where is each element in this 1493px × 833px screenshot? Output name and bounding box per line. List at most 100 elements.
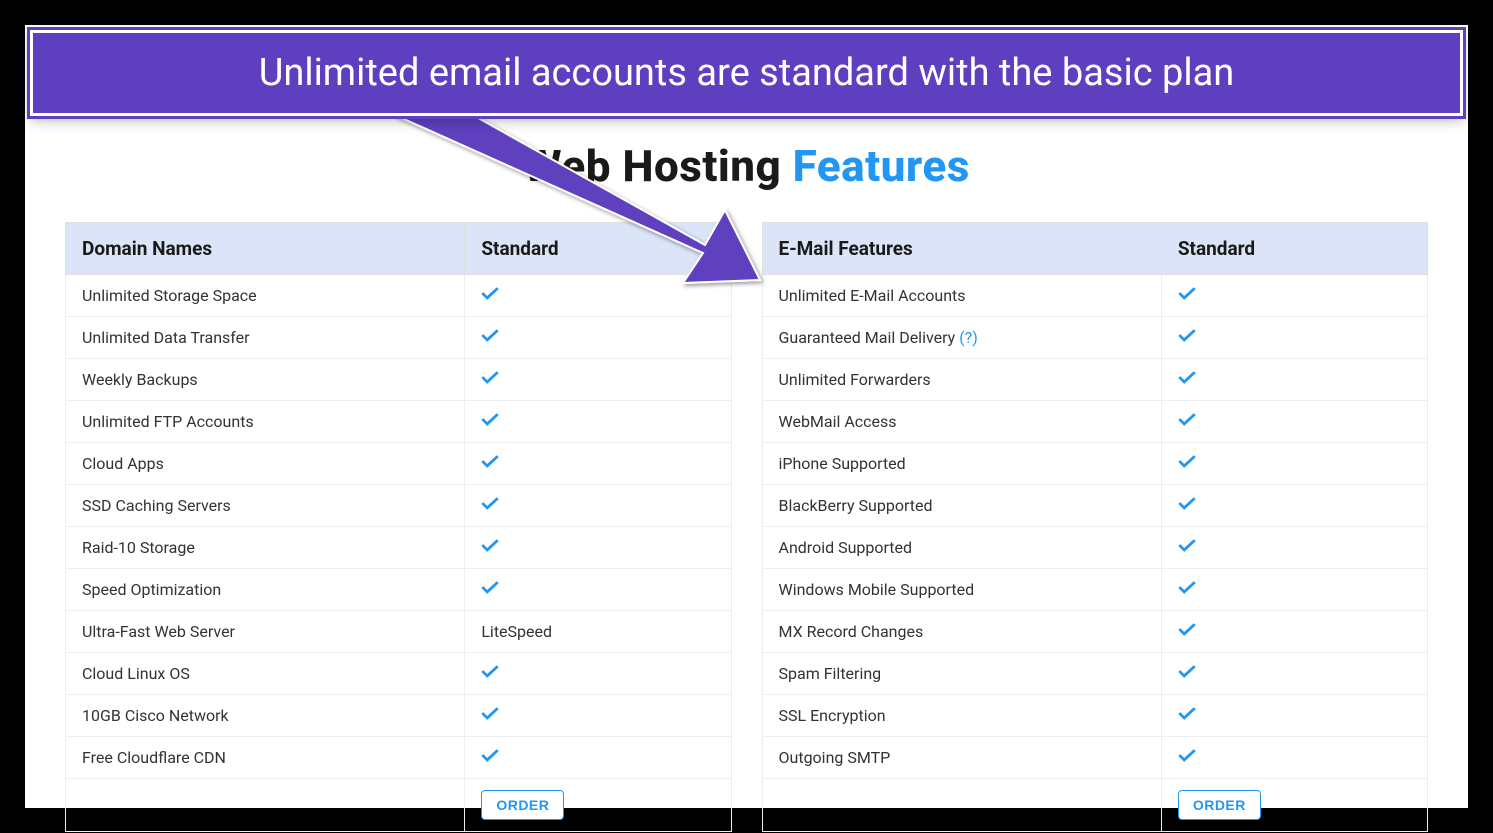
table-row: BlackBerry Supported	[762, 485, 1428, 527]
feature-value	[465, 401, 731, 443]
header-feature-right: E-Mail Features	[762, 223, 1161, 275]
check-icon	[1178, 328, 1196, 342]
table-row: Speed Optimization	[66, 569, 732, 611]
tables-wrap: Domain Names Standard Unlimited Storage …	[55, 222, 1438, 832]
check-icon	[1178, 286, 1196, 300]
footer-order-cell: ORDER	[1161, 779, 1427, 832]
feature-label: Ultra-Fast Web Server	[66, 611, 465, 653]
table-footer-row: ORDER	[66, 779, 732, 832]
table-row: Weekly Backups	[66, 359, 732, 401]
check-icon	[1178, 412, 1196, 426]
callout-banner: Unlimited email accounts are standard wi…	[30, 30, 1463, 116]
check-icon	[1178, 748, 1196, 762]
feature-value	[1161, 611, 1427, 653]
title-part1: Web Hosting	[523, 140, 793, 192]
feature-label: Windows Mobile Supported	[762, 569, 1161, 611]
feature-label: Guaranteed Mail Delivery (?)	[762, 317, 1161, 359]
check-icon	[1178, 454, 1196, 468]
feature-label: MX Record Changes	[762, 611, 1161, 653]
check-icon	[481, 538, 499, 552]
table-row: MX Record Changes	[762, 611, 1428, 653]
check-icon	[1178, 538, 1196, 552]
table-row: Android Supported	[762, 527, 1428, 569]
table-row: Spam Filtering	[762, 653, 1428, 695]
feature-label: BlackBerry Supported	[762, 485, 1161, 527]
table-row: Ultra-Fast Web ServerLiteSpeed	[66, 611, 732, 653]
table-row: 10GB Cisco Network	[66, 695, 732, 737]
table-row: Unlimited Forwarders	[762, 359, 1428, 401]
table-row: Guaranteed Mail Delivery (?)	[762, 317, 1428, 359]
table-row: WebMail Access	[762, 401, 1428, 443]
check-icon	[1178, 370, 1196, 384]
check-icon	[1178, 496, 1196, 510]
table-row: SSL Encryption	[762, 695, 1428, 737]
feature-label: 10GB Cisco Network	[66, 695, 465, 737]
page-title: Web Hosting Features	[55, 140, 1438, 192]
title-accent: Features	[793, 140, 970, 192]
feature-label: SSL Encryption	[762, 695, 1161, 737]
feature-value	[465, 695, 731, 737]
feature-label: Unlimited Data Transfer	[66, 317, 465, 359]
order-button[interactable]: ORDER	[1178, 790, 1261, 820]
check-icon	[1178, 664, 1196, 678]
check-icon	[481, 328, 499, 342]
page-container: Web Hosting Features Domain Names Standa…	[25, 25, 1468, 808]
footer-empty	[66, 779, 465, 832]
feature-label: Spam Filtering	[762, 653, 1161, 695]
footer-empty	[762, 779, 1161, 832]
feature-value	[1161, 527, 1427, 569]
check-icon	[481, 748, 499, 762]
check-icon	[481, 496, 499, 510]
table-row: Unlimited E-Mail Accounts	[762, 275, 1428, 317]
feature-label: Outgoing SMTP	[762, 737, 1161, 779]
domain-names-table: Domain Names Standard Unlimited Storage …	[65, 222, 732, 832]
check-icon	[481, 706, 499, 720]
check-icon	[1178, 580, 1196, 594]
feature-value	[465, 653, 731, 695]
check-icon	[481, 286, 499, 300]
header-plan-left: Standard	[465, 223, 731, 275]
feature-label: Unlimited E-Mail Accounts	[762, 275, 1161, 317]
feature-value	[465, 737, 731, 779]
feature-value	[1161, 737, 1427, 779]
check-icon	[481, 580, 499, 594]
feature-value	[465, 527, 731, 569]
table-footer-row: ORDER	[762, 779, 1428, 832]
feature-value	[465, 359, 731, 401]
feature-label: WebMail Access	[762, 401, 1161, 443]
feature-value	[1161, 359, 1427, 401]
check-icon	[1178, 622, 1196, 636]
table-row: Unlimited FTP Accounts	[66, 401, 732, 443]
feature-value	[1161, 569, 1427, 611]
help-link[interactable]: (?)	[959, 328, 978, 347]
feature-value	[1161, 443, 1427, 485]
feature-value	[1161, 695, 1427, 737]
header-feature-left: Domain Names	[66, 223, 465, 275]
feature-value	[1161, 401, 1427, 443]
feature-value	[1161, 653, 1427, 695]
feature-value	[465, 443, 731, 485]
order-button[interactable]: ORDER	[481, 790, 564, 820]
feature-value	[465, 569, 731, 611]
table-row: Unlimited Storage Space	[66, 275, 732, 317]
feature-label: Unlimited FTP Accounts	[66, 401, 465, 443]
feature-label: Cloud Linux OS	[66, 653, 465, 695]
check-icon	[481, 412, 499, 426]
feature-label: Unlimited Forwarders	[762, 359, 1161, 401]
feature-label: Free Cloudflare CDN	[66, 737, 465, 779]
table-row: Unlimited Data Transfer	[66, 317, 732, 359]
feature-label: Android Supported	[762, 527, 1161, 569]
feature-value	[1161, 317, 1427, 359]
feature-label: Cloud Apps	[66, 443, 465, 485]
feature-value	[465, 275, 731, 317]
check-icon	[1178, 706, 1196, 720]
feature-value	[465, 485, 731, 527]
table-row: Windows Mobile Supported	[762, 569, 1428, 611]
header-plan-right: Standard	[1161, 223, 1427, 275]
feature-value: LiteSpeed	[465, 611, 731, 653]
table-row: Cloud Apps	[66, 443, 732, 485]
table-row: SSD Caching Servers	[66, 485, 732, 527]
feature-label: Speed Optimization	[66, 569, 465, 611]
email-features-table: E-Mail Features Standard Unlimited E-Mai…	[762, 222, 1429, 832]
footer-order-cell: ORDER	[465, 779, 731, 832]
